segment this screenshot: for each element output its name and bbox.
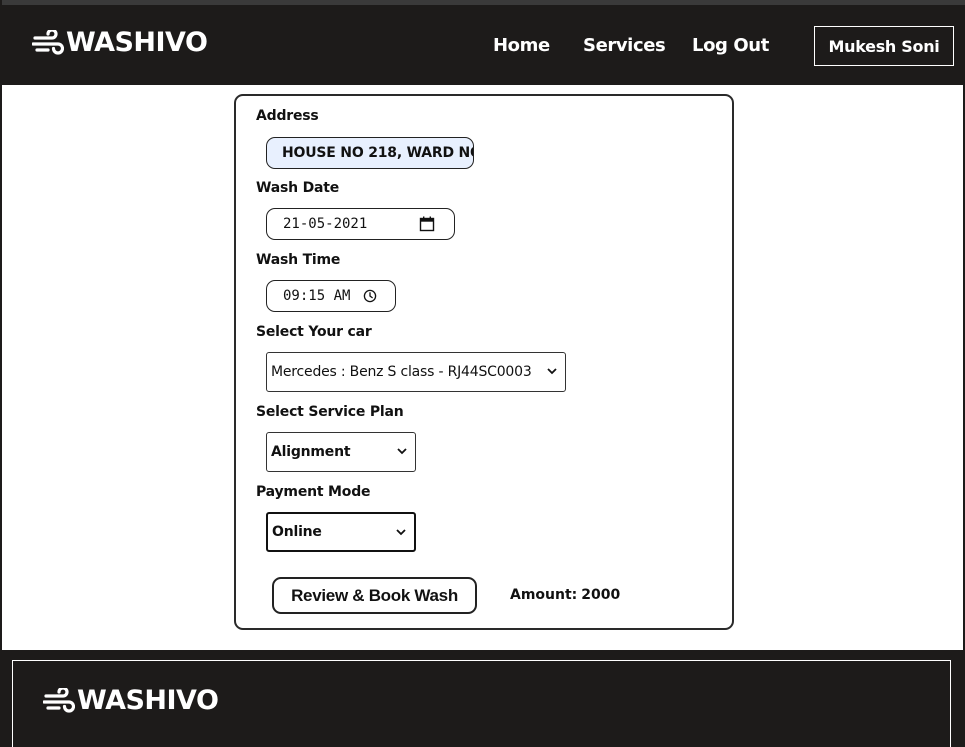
wash-time-input[interactable]: 09:15 AM bbox=[266, 280, 396, 312]
car-select-value: Mercedes : Benz S class - RJ44SC0003 bbox=[271, 364, 532, 380]
booking-form: Address HOUSE NO 218, WARD NO 1 Wash Dat… bbox=[234, 94, 734, 630]
address-input[interactable]: HOUSE NO 218, WARD NO 1 bbox=[266, 137, 474, 169]
user-profile-button[interactable]: Mukesh Soni bbox=[814, 26, 954, 66]
navbar: WASHIVO Home Services Log Out Mukesh Son… bbox=[2, 5, 965, 85]
wash-time-label: Wash Time bbox=[256, 252, 341, 268]
car-select[interactable]: Mercedes : Benz S class - RJ44SC0003 bbox=[266, 352, 566, 392]
payment-mode-select[interactable]: Online bbox=[266, 512, 416, 552]
nav-home-link[interactable]: Home bbox=[493, 35, 550, 56]
brand-logo[interactable]: WASHIVO bbox=[32, 27, 208, 58]
car-label: Select Your car bbox=[256, 324, 372, 340]
wash-time-value: 09:15 AM bbox=[283, 288, 351, 304]
payment-mode-label: Payment Mode bbox=[256, 484, 371, 500]
nav-services-link[interactable]: Services bbox=[583, 35, 666, 56]
footer-brand-name: WASHIVO bbox=[77, 685, 219, 716]
footer-brand-logo[interactable]: WASHIVO bbox=[43, 685, 219, 716]
service-plan-label: Select Service Plan bbox=[256, 404, 404, 420]
address-label: Address bbox=[256, 108, 319, 124]
calendar-icon[interactable] bbox=[419, 216, 435, 232]
chevron-down-icon bbox=[547, 368, 557, 375]
wind-icon bbox=[43, 687, 75, 713]
nav-logout-link[interactable]: Log Out bbox=[692, 35, 769, 56]
review-book-wash-button[interactable]: Review & Book Wash bbox=[272, 577, 477, 614]
amount-label: Amount: bbox=[510, 587, 578, 603]
amount-value: 2000 bbox=[581, 587, 621, 603]
wind-icon bbox=[32, 29, 64, 55]
clock-icon[interactable] bbox=[363, 289, 377, 303]
service-plan-value: Alignment bbox=[271, 444, 351, 460]
wash-date-input[interactable]: 21-05-2021 bbox=[266, 208, 455, 240]
chevron-down-icon bbox=[397, 448, 407, 455]
wash-date-label: Wash Date bbox=[256, 180, 340, 196]
payment-mode-value: Online bbox=[272, 524, 322, 540]
wash-date-value: 21-05-2021 bbox=[283, 216, 368, 232]
footer-panel: WASHIVO bbox=[12, 660, 951, 747]
service-plan-select[interactable]: Alignment bbox=[266, 432, 416, 472]
amount-display: Amount: 2000 bbox=[510, 587, 620, 603]
chevron-down-icon bbox=[396, 529, 406, 536]
brand-name: WASHIVO bbox=[66, 27, 208, 58]
footer: WASHIVO bbox=[2, 650, 965, 747]
